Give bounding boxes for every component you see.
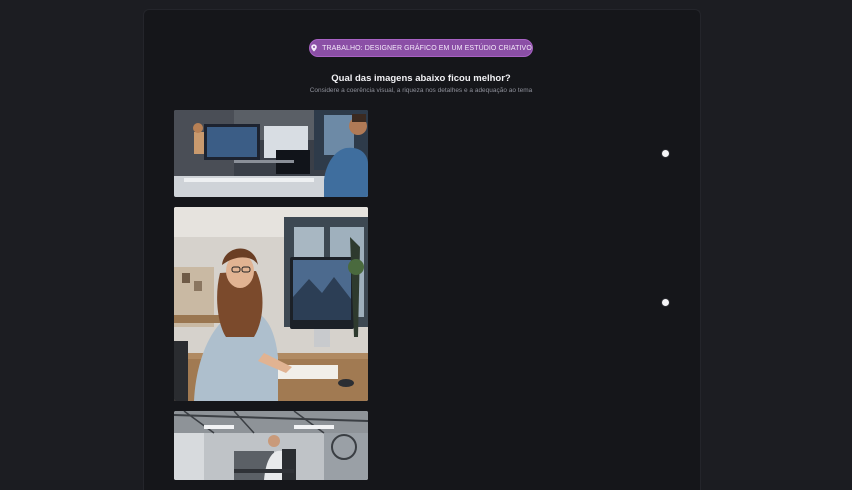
option-2-radio[interactable] [662,299,669,306]
question-subtitle: Considere a coerência visual, a riqueza … [309,87,533,94]
page-background: TRABALHO: DESIGNER GRÁFICO EM UM ESTÚDIO… [0,0,852,490]
option-image-1[interactable] [174,110,368,197]
question-title: Qual das imagens abaixo ficou melhor? [331,73,511,84]
option-image-2[interactable] [174,207,368,401]
theme-tag-label: TRABALHO: DESIGNER GRÁFICO EM UM ESTÚDIO… [322,44,532,52]
option-1-radio[interactable] [662,150,669,157]
woman-designer-photo [174,207,368,401]
theme-tag: TRABALHO: DESIGNER GRÁFICO EM UM ESTÚDIO… [309,39,533,57]
location-pin-icon [311,44,317,52]
industrial-studio-photo [174,411,368,480]
option-image-3[interactable] [174,411,368,480]
office-designers-photo [174,110,368,197]
